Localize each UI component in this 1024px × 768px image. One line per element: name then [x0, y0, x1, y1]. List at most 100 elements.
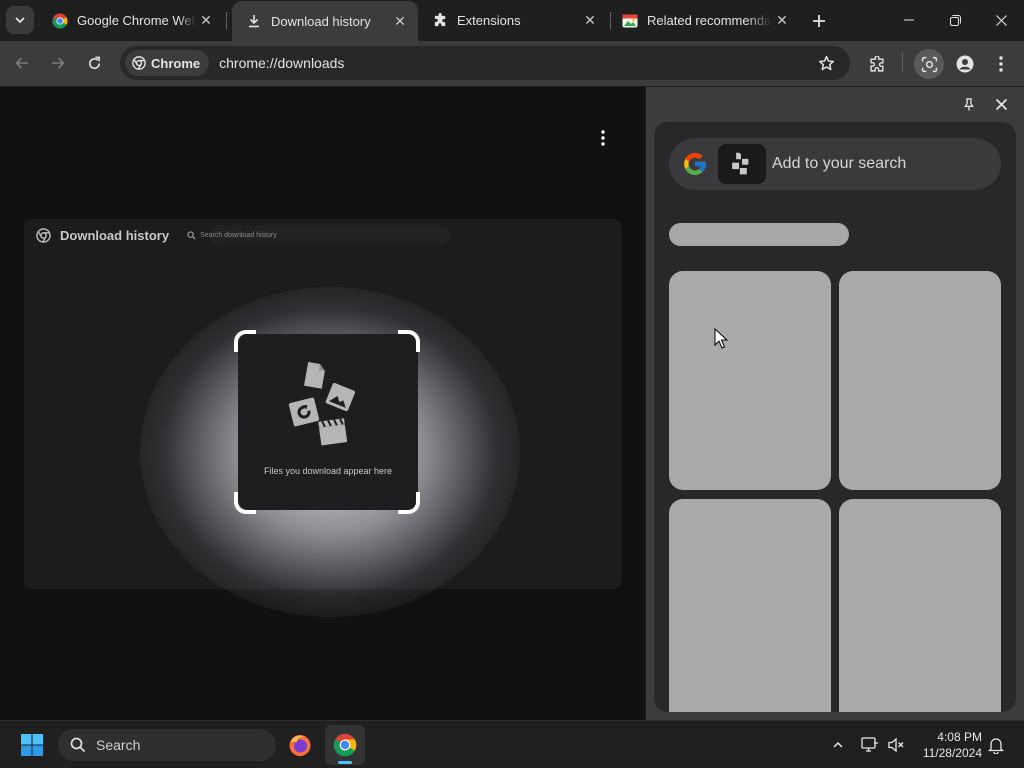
chrome-icon	[52, 12, 68, 29]
chevron-up-icon	[833, 741, 843, 748]
loading-placeholder-tile	[669, 499, 831, 712]
empty-state-message: Files you download appear here	[263, 466, 393, 476]
puzzle-icon	[869, 55, 884, 72]
close-icon	[995, 98, 1007, 110]
volume-muted-icon	[888, 737, 904, 753]
reload-button[interactable]	[80, 49, 108, 77]
lens-results-panel: Add to your search	[654, 122, 1016, 712]
tab-extensions[interactable]: Extensions ✕	[418, 0, 608, 41]
google-lens-button[interactable]	[914, 49, 944, 79]
more-vertical-icon	[999, 56, 1003, 72]
selection-corner-bottom-left[interactable]	[234, 492, 256, 514]
close-panel-button[interactable]	[990, 93, 1012, 115]
tab-strip: Google Chrome Web Store ✕ Download histo…	[0, 0, 1024, 41]
person-icon	[956, 55, 974, 73]
clock-date: 11/28/2024	[922, 746, 982, 760]
firefox-icon	[289, 735, 311, 756]
arrow-right-icon	[52, 57, 65, 69]
chrome-icon	[333, 733, 357, 757]
close-icon[interactable]: ✕	[196, 11, 216, 31]
selection-corner-top-right[interactable]	[398, 330, 420, 352]
download-icon	[246, 13, 262, 29]
close-icon[interactable]: ✕	[390, 11, 410, 31]
search-input[interactable]: Search download history	[187, 230, 277, 240]
volume-button[interactable]	[884, 733, 908, 757]
files-illustration-icon	[288, 361, 356, 446]
restore-icon	[949, 14, 961, 26]
minimize-icon	[904, 19, 914, 21]
chrome-logo-icon	[132, 56, 146, 70]
tab-related-recommendations[interactable]: Related recommendations ✕	[608, 0, 800, 41]
profile-button[interactable]	[950, 49, 980, 79]
downloads-header: Download history Search download history	[24, 219, 622, 251]
chrome-menu-button[interactable]	[986, 49, 1016, 79]
minimize-button[interactable]	[886, 0, 932, 40]
selection-corner-top-left[interactable]	[234, 330, 256, 352]
close-icon[interactable]: ✕	[772, 11, 792, 31]
url-text: chrome://downloads	[219, 55, 345, 71]
side-panel: Add to your search	[646, 87, 1024, 720]
tab-separator	[226, 12, 227, 30]
plus-icon	[813, 15, 825, 27]
chevron-down-icon	[15, 17, 25, 24]
site-info-chip[interactable]: Chrome	[125, 50, 210, 76]
windows-logo-icon	[21, 734, 43, 756]
google-g-icon	[684, 153, 706, 175]
lens-overlay-menu-button[interactable]	[590, 125, 616, 151]
tab-title: Extensions	[457, 13, 521, 28]
close-icon[interactable]: ✕	[580, 11, 600, 31]
lens-icon	[921, 56, 937, 72]
puzzle-icon	[432, 13, 448, 29]
back-button[interactable]	[8, 49, 36, 77]
loading-placeholder-tile	[839, 271, 1001, 490]
tab-download-history[interactable]: Download history ✕	[232, 1, 418, 41]
pin-button[interactable]	[958, 93, 980, 115]
bookmark-star-button[interactable]	[816, 53, 836, 73]
page-title: Download history	[60, 227, 170, 243]
page-content: Download history Search download history…	[0, 87, 645, 720]
notifications-button[interactable]	[984, 733, 1008, 757]
forward-button[interactable]	[44, 49, 72, 77]
extensions-button[interactable]	[862, 49, 892, 79]
pin-icon	[964, 97, 974, 111]
chrome-app[interactable]	[325, 725, 365, 765]
image-icon	[622, 13, 638, 29]
tab-search-button[interactable]	[6, 6, 34, 34]
selected-region-thumbnail[interactable]	[718, 144, 766, 184]
arrow-left-icon	[15, 57, 28, 69]
loading-placeholder-bar	[669, 223, 849, 246]
taskbar-search[interactable]: Search	[58, 729, 276, 761]
chrome-logo-icon	[36, 227, 51, 243]
star-icon	[818, 55, 834, 70]
restore-button[interactable]	[932, 0, 978, 40]
mouse-cursor-icon	[714, 328, 728, 349]
start-button[interactable]	[12, 725, 52, 765]
close-icon	[995, 14, 1007, 26]
loading-placeholder-tile	[669, 271, 831, 490]
network-button[interactable]	[858, 733, 882, 757]
chip-label: Chrome	[151, 55, 201, 71]
firefox-app[interactable]	[280, 725, 320, 765]
toolbar: Chrome chrome://downloads	[0, 41, 1024, 86]
empty-state: Files you download appear here	[238, 334, 418, 510]
reload-icon	[88, 56, 100, 69]
add-to-search-label: Add to your search	[772, 155, 907, 172]
tab-title: Download history	[271, 13, 371, 29]
new-tab-button[interactable]	[806, 8, 832, 34]
more-vertical-icon	[601, 130, 605, 146]
search-icon	[187, 230, 196, 240]
add-to-search-box[interactable]: Add to your search	[669, 138, 1001, 190]
tab-chrome-web-store[interactable]: Google Chrome Web Store ✕	[38, 0, 224, 41]
search-placeholder: Search download history	[200, 231, 277, 239]
network-icon	[861, 737, 878, 752]
show-hidden-icons-button[interactable]	[826, 733, 850, 757]
close-window-button[interactable]	[978, 0, 1024, 40]
bell-icon	[988, 737, 1004, 754]
search-icon	[70, 737, 86, 753]
system-clock[interactable]: 4:08 PM 11/28/2024	[910, 729, 982, 761]
address-bar[interactable]: Chrome chrome://downloads	[120, 46, 850, 80]
tab-title: Related recommendations	[647, 13, 772, 28]
taskbar: Search 4:08 PM 11/28/2024	[0, 720, 1024, 768]
toolbar-separator	[902, 52, 903, 72]
taskbar-search-label: Search	[96, 737, 141, 753]
